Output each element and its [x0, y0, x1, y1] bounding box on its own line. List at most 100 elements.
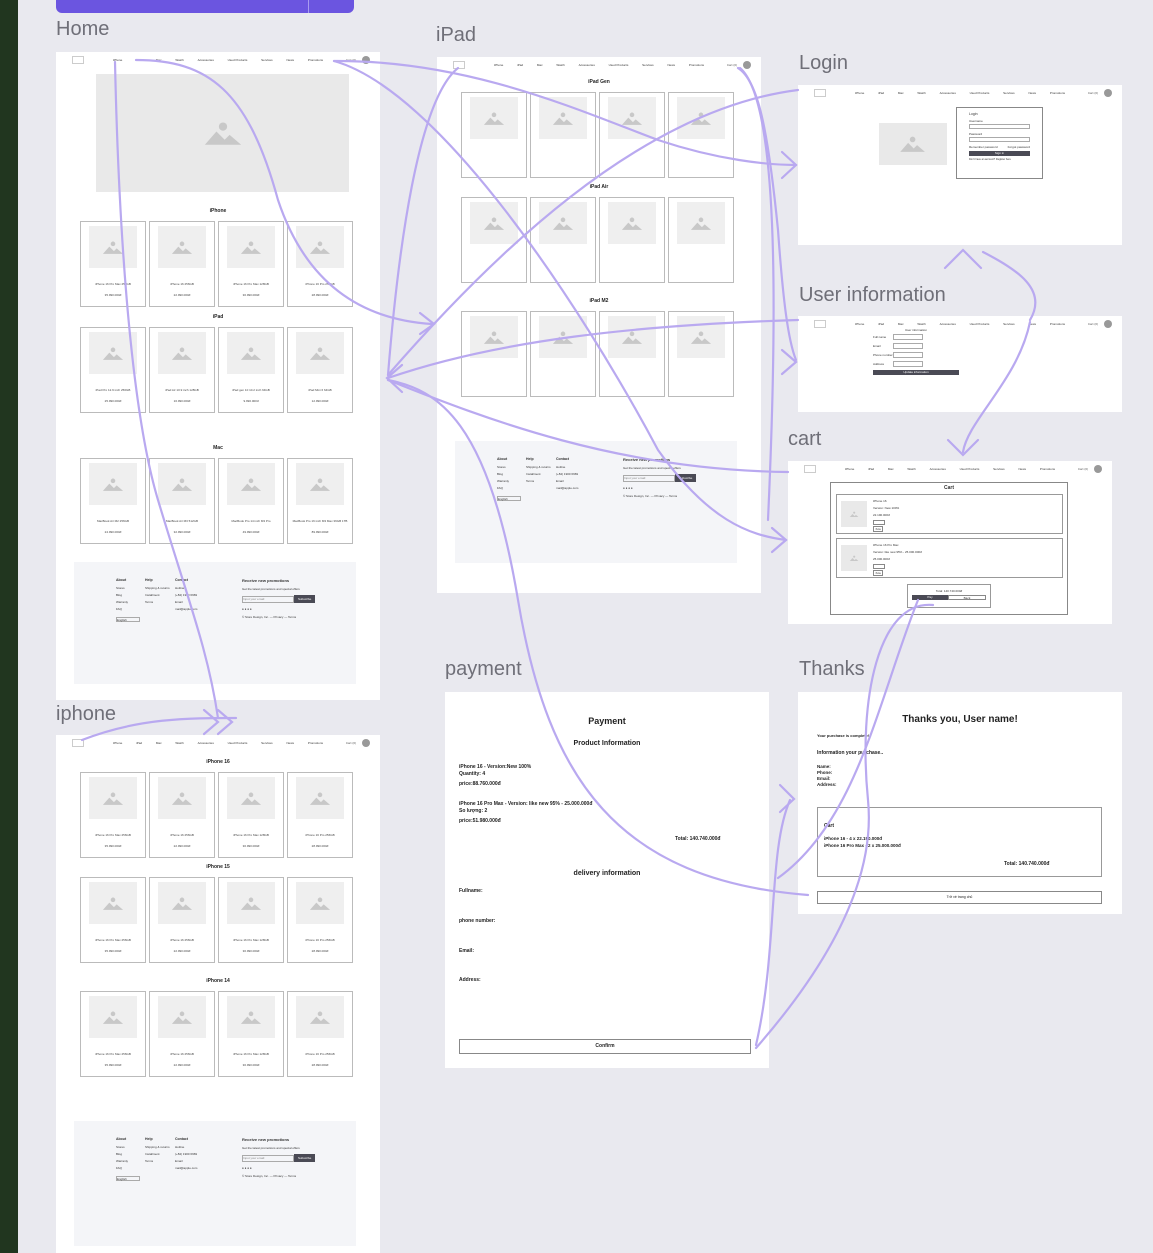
nav-item-services[interactable]: Services — [1003, 91, 1015, 95]
logo[interactable] — [814, 89, 826, 97]
nav-item-mac[interactable]: Mac — [898, 322, 904, 326]
footer-link[interactable]: Hotline — [556, 465, 578, 469]
product-card[interactable]: iPhone 16 Pro 256GB 28.990.000đ — [287, 772, 353, 858]
nav-item-used-products[interactable]: Used Products — [228, 58, 248, 62]
product-card[interactable]: iPhone 16 Pro Max 256GB 35.990.000đ — [80, 221, 146, 307]
product-card[interactable]: iPhone 16 Pro 256GB 28.990.000đ — [287, 991, 353, 1077]
user-avatar[interactable] — [1104, 320, 1112, 328]
product-card[interactable]: MacBook Pro 14 inch M3 Pro 49.990.000đ — [218, 458, 284, 544]
nav-cart-link[interactable]: Cart (0) — [346, 741, 356, 745]
nav-item-news[interactable]: News — [1019, 467, 1027, 471]
nav-item-used-products[interactable]: Used Products — [228, 741, 248, 745]
footer-link[interactable]: Blog — [116, 593, 140, 597]
nav-cart-link[interactable]: Cart (0) — [1088, 91, 1098, 95]
nav-item-news[interactable]: News — [668, 63, 676, 67]
remember-checkbox[interactable]: Remember password — [969, 145, 998, 149]
nav-item-promotions[interactable]: Promotions — [1050, 91, 1065, 95]
nav-item-iphone[interactable]: iPhone — [113, 741, 122, 745]
footer-link[interactable]: Stores — [116, 1145, 140, 1149]
product-card[interactable]: iPhone 16 256GB 22.990.000đ — [149, 991, 215, 1077]
user-info-input[interactable] — [893, 343, 923, 349]
nav-item-services[interactable]: Services — [261, 58, 273, 62]
frame-label-cart[interactable]: cart — [788, 428, 821, 451]
footer-link[interactable]: mail@apple.com — [175, 607, 197, 611]
newsletter-email-input[interactable]: Input your email — [242, 595, 294, 603]
footer-link[interactable]: Terms — [145, 1159, 170, 1163]
nav-item-promotions[interactable]: Promotions — [1050, 322, 1065, 326]
product-card[interactable] — [530, 92, 596, 178]
newsletter-email-input[interactable]: Input your email — [623, 474, 675, 482]
logo[interactable] — [72, 739, 84, 747]
product-card[interactable]: MacBook Air M3 512GB 32.990.000đ — [149, 458, 215, 544]
nav-item-accessories[interactable]: Accessories — [198, 58, 214, 62]
nav-item-services[interactable]: Services — [993, 467, 1005, 471]
logo[interactable] — [814, 320, 826, 328]
sign-in-button[interactable]: Sign in — [969, 151, 1030, 156]
nav-item-promotions[interactable]: Promotions — [308, 741, 323, 745]
product-card[interactable] — [599, 197, 665, 283]
footer-link[interactable]: Email — [175, 1159, 197, 1163]
confirm-button[interactable]: Confirm — [459, 1039, 751, 1054]
nav-item-iphone[interactable]: iPhone — [855, 322, 864, 326]
frame-label-user-info[interactable]: User information — [799, 284, 946, 307]
footer-link[interactable]: mail@apple.com — [175, 1166, 197, 1170]
product-card[interactable]: iPhone 16 256GB 22.990.000đ — [149, 221, 215, 307]
toolbar-tab[interactable] — [56, 0, 354, 13]
footer-link[interactable]: Warranty — [497, 479, 521, 483]
update-info-button[interactable]: Update information — [873, 370, 959, 375]
item1-quantity-stepper[interactable] — [873, 520, 885, 525]
footer-link[interactable]: FAQ — [116, 1166, 140, 1170]
product-card[interactable]: iPhone 16 Pro Max 128GB 30.990.000đ — [218, 221, 284, 307]
register-link[interactable]: Don't have an account? Register here — [969, 158, 1030, 161]
product-card[interactable]: iPhone 16 Pro Max 256GB 35.990.000đ — [80, 991, 146, 1077]
product-card[interactable]: iPhone 16 256GB 22.990.000đ — [149, 877, 215, 963]
footer-link[interactable]: Warranty — [116, 1159, 140, 1163]
product-card[interactable] — [668, 311, 734, 397]
nav-item-mac[interactable]: Mac — [156, 741, 162, 745]
user-avatar[interactable] — [1094, 465, 1102, 473]
product-card[interactable]: iPhone 16 Pro 256GB 28.990.000đ — [287, 877, 353, 963]
nav-item-watch[interactable]: Watch — [175, 741, 183, 745]
product-card[interactable] — [530, 311, 596, 397]
product-card[interactable] — [461, 197, 527, 283]
product-card[interactable] — [461, 92, 527, 178]
nav-item-accessories[interactable]: Accessories — [940, 91, 956, 95]
product-card[interactable]: iPhone 16 256GB 22.990.000đ — [149, 772, 215, 858]
fullname-field[interactable]: Fullname: — [459, 888, 483, 894]
nav-item-iphone[interactable]: iPhone — [113, 58, 122, 62]
nav-item-watch[interactable]: Watch — [917, 91, 925, 95]
nav-item-iphone[interactable]: iPhone — [855, 91, 864, 95]
product-card[interactable] — [668, 197, 734, 283]
phone-field[interactable]: phone number: — [459, 918, 495, 924]
product-card[interactable]: iPhone 16 Pro Max 256GB 35.990.000đ — [80, 877, 146, 963]
subscribe-button[interactable]: Subscribe — [294, 595, 316, 603]
nav-item-iphone[interactable]: iPhone — [845, 467, 854, 471]
product-card[interactable] — [530, 197, 596, 283]
nav-item-watch[interactable]: Watch — [917, 322, 925, 326]
nav-item-news[interactable]: News — [287, 741, 295, 745]
product-card[interactable]: iPhone 16 Pro Max 128GB 30.990.000đ — [218, 991, 284, 1077]
product-card[interactable]: iPhone 16 Pro Max 128GB 30.990.000đ — [218, 877, 284, 963]
newsletter-email-input[interactable]: Input your email — [242, 1154, 294, 1162]
item1-delete-button[interactable]: Xóa — [873, 526, 883, 532]
nav-item-used-products[interactable]: Used Products — [960, 467, 980, 471]
footer-link[interactable]: Email — [175, 600, 197, 604]
footer-link[interactable]: Installment — [145, 1152, 170, 1156]
footer-link[interactable]: Stores — [497, 465, 521, 469]
logo[interactable] — [453, 61, 465, 69]
footer-link[interactable]: Shipping & returns — [526, 465, 551, 469]
nav-item-accessories[interactable]: Accessories — [198, 741, 214, 745]
nav-item-services[interactable]: Services — [1003, 322, 1015, 326]
nav-cart-link[interactable]: Cart (0) — [1088, 322, 1098, 326]
nav-item-services[interactable]: Services — [261, 741, 273, 745]
forgot-link[interactable]: Forgot password — [1008, 145, 1030, 149]
user-avatar[interactable] — [743, 61, 751, 69]
footer-link[interactable]: Installment — [145, 593, 170, 597]
nav-item-news[interactable]: News — [1029, 91, 1037, 95]
nav-item-accessories[interactable]: Accessories — [940, 322, 956, 326]
subscribe-button[interactable]: Subscribe — [294, 1154, 316, 1162]
user-info-input[interactable] — [893, 334, 923, 340]
social-icons[interactable]: ● ● ● ● — [623, 486, 696, 490]
product-card[interactable]: iPhone 16 Pro 256GB 28.990.000đ — [287, 221, 353, 307]
social-icons[interactable]: ● ● ● ● — [242, 607, 315, 611]
